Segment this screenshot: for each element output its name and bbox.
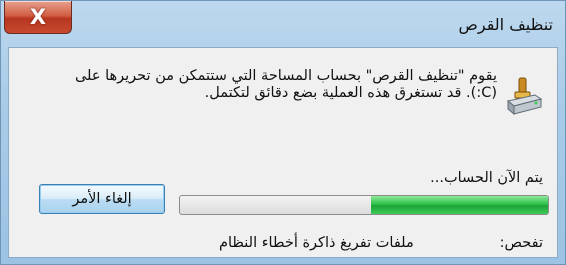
progress-bar [179, 195, 549, 215]
description-text: يقوم "تنظيف القرص" بحساب المساحة التي ست… [74, 68, 497, 101]
disk-cleanup-icon [506, 77, 543, 116]
status-text: يتم الآن الحساب... [430, 170, 543, 186]
close-button[interactable]: X [4, 1, 72, 34]
dialog-content: يقوم "تنظيف القرص" بحساب المساحة التي ست… [8, 47, 558, 258]
disk-cleanup-window: X تنظيف القرص يقوم "تنظيف القرص" بحساب ا… [0, 0, 566, 265]
checking-label: تفحص: [499, 235, 543, 251]
close-icon: X [29, 5, 47, 29]
cancel-button[interactable]: إلغاء الأمر [39, 184, 165, 214]
window-title: تنظيف القرص [458, 15, 553, 34]
progress-fill [371, 196, 548, 214]
checking-item: ملفات تفريغ ذاكرة أخطاء النظام [219, 235, 414, 251]
